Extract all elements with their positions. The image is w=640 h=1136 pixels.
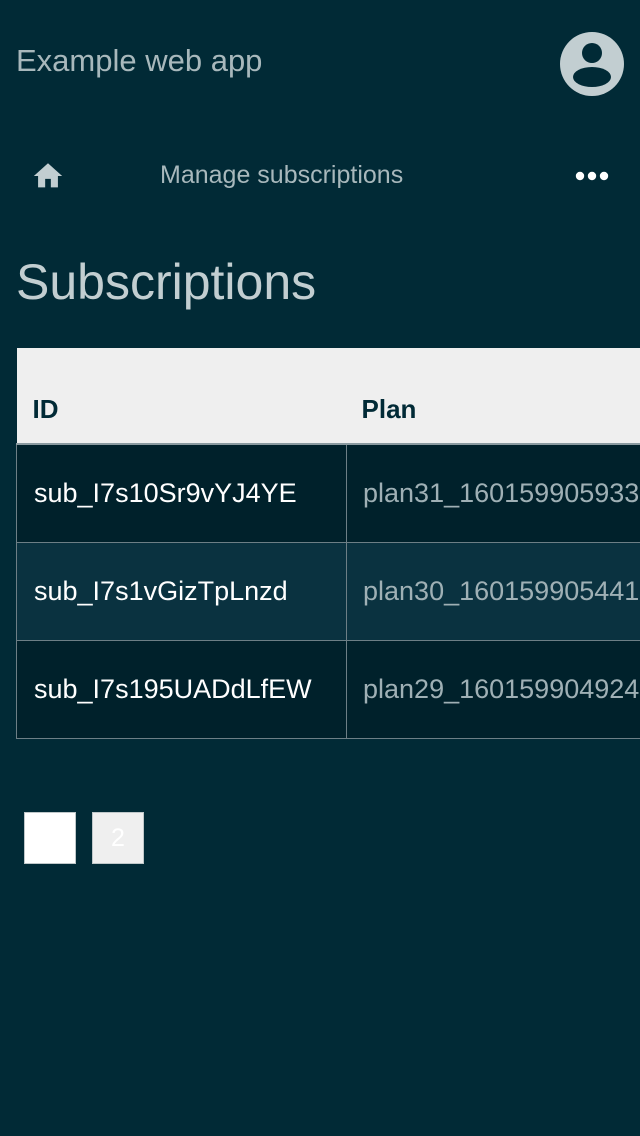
home-icon <box>33 163 63 188</box>
page-button-2[interactable]: 2 <box>92 812 144 864</box>
nav-link-manage-subscriptions[interactable]: Manage subscriptions <box>160 160 403 190</box>
table-row[interactable]: sub_I7s1vGizTpLnzd plan30_1601599054412 <box>16 541 640 641</box>
page-button-current[interactable] <box>24 812 76 864</box>
page-title: Subscriptions <box>16 254 317 310</box>
column-header-id: ID <box>16 348 347 445</box>
home-button[interactable] <box>26 154 70 198</box>
app-title: Example web app <box>16 43 263 78</box>
subscriptions-table: ID Plan sub_I7s10Sr9vYJ4YE plan31_160159… <box>16 348 640 739</box>
table-row[interactable]: sub_I7s195UADdLfEW plan29_1601599049249 <box>16 639 640 739</box>
subscription-id-cell: sub_I7s1vGizTpLnzd <box>16 541 347 641</box>
plan-cell: plan30_1601599054412 <box>346 541 640 641</box>
table-header-row: ID Plan <box>16 348 640 445</box>
subscriptions-table-container[interactable]: ID Plan sub_I7s10Sr9vYJ4YE plan31_160159… <box>16 348 640 740</box>
user-account-icon <box>560 32 624 96</box>
plan-cell: plan31_1601599059331 <box>346 444 640 543</box>
column-header-plan: Plan <box>346 348 640 445</box>
top-navigation: Manage subscriptions <box>0 150 640 200</box>
subscription-id-cell: sub_I7s195UADdLfEW <box>16 639 347 739</box>
plan-cell: plan29_1601599049249 <box>346 639 640 739</box>
more-options-button[interactable] <box>568 154 616 198</box>
table-row[interactable]: sub_I7s10Sr9vYJ4YE plan31_1601599059331 <box>16 444 640 543</box>
subscription-id-cell: sub_I7s10Sr9vYJ4YE <box>16 444 347 543</box>
more-options-icon <box>575 171 609 181</box>
pagination: 2 <box>24 812 144 864</box>
user-avatar-button[interactable] <box>560 32 624 96</box>
